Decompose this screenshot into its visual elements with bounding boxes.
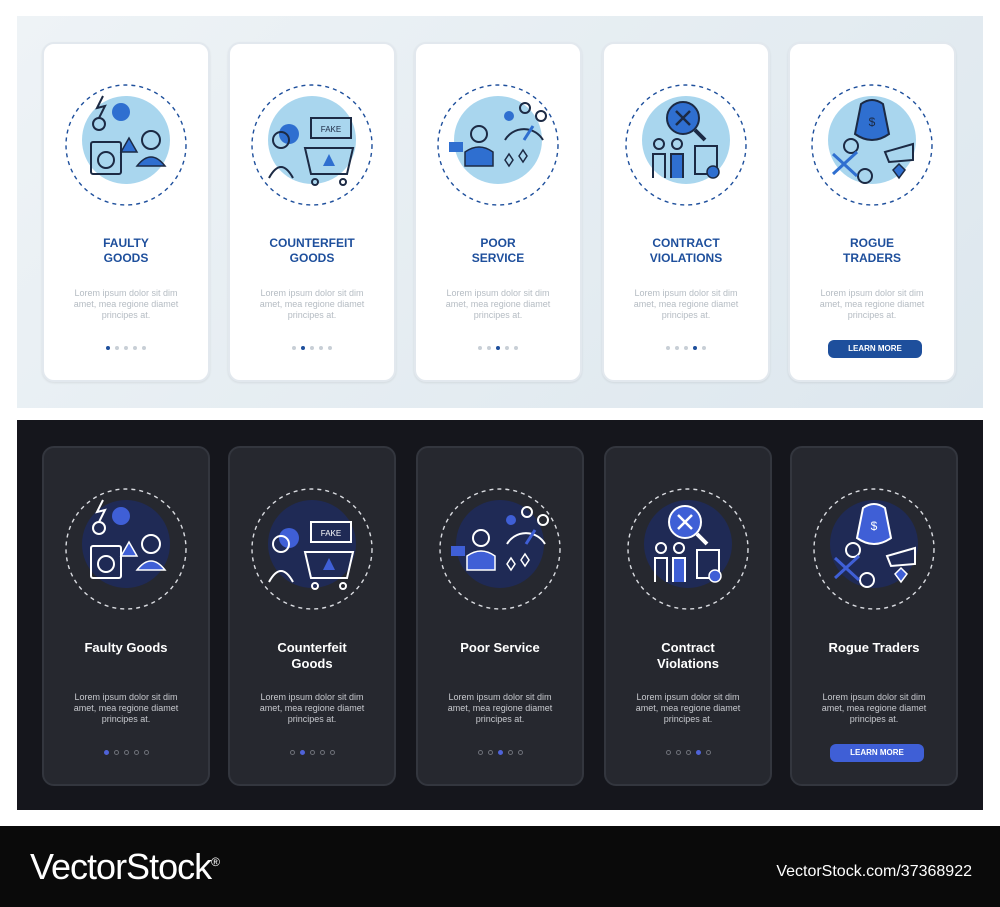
pagination-dots[interactable] [604,346,768,350]
poor-service-icon [437,486,563,612]
card-description: Lorem ipsum dolor sit dim amet, mea regio… [821,692,927,724]
card-title: Faulty Goods [103,236,149,265]
page-dot[interactable] [477,750,483,755]
card-title: Poor Service [471,236,525,265]
page-dot[interactable] [142,346,146,350]
page-dot[interactable] [665,750,671,755]
contract-violations-icon [623,82,749,208]
card-description: Lorem ipsum dolor sit dim amet, mea regio… [73,288,179,320]
light-theme-panel: Faulty Goods Lorem ipsum dolor sit dim ame… [17,16,983,408]
onboarding-card-4: Contract Violations Lorem ipsum dolor sit… [602,42,770,382]
page-dot[interactable] [115,346,119,350]
onboarding-card-4: Contract Violations Lorem ipsum dolor sit… [604,446,772,786]
page-dot[interactable] [705,750,711,755]
page-dot[interactable] [133,750,139,755]
svg-text:$: $ [871,519,878,533]
faulty-goods-icon [63,486,189,612]
watermark-footer: VectorStock® VectorStock.com/37368922 [0,826,1000,907]
page-dot[interactable] [301,346,305,350]
page-dot[interactable] [497,750,503,755]
dark-theme-panel: Faulty Goods Lorem ipsum dolor sit dim am… [17,420,983,810]
page-dot[interactable] [309,750,315,755]
page-dot[interactable] [143,750,149,755]
card-title: Rogue Traders [842,236,901,265]
card-description: Lorem ipsum dolor sit dim amet, mea regio… [633,288,739,320]
learn-more-button[interactable]: LEARN MORE [830,744,924,762]
page-dot[interactable] [299,750,305,755]
card-title: Contract Violations [657,640,719,671]
card-title: Rogue Traders [828,640,920,655]
card-description: Lorem ipsum dolor sit dim amet, mea regio… [259,692,365,724]
contract-violations-icon [625,486,751,612]
onboarding-card-5: $ Rogue Traders Lorem ipsum dolor sit di… [790,446,958,786]
image-url: VectorStock.com/37368922 [776,863,972,880]
card-description: Lorem ipsum dolor sit dim amet, mea regio… [445,288,551,320]
card-description: Lorem ipsum dolor sit dim amet, mea regio… [73,692,179,724]
page-dot[interactable] [103,750,109,755]
card-title: Faulty Goods [84,640,168,655]
page-dot[interactable] [514,346,518,350]
page-dot[interactable] [113,750,119,755]
pagination-dots[interactable] [230,346,394,350]
page-dot[interactable] [507,750,513,755]
onboarding-card-2: FAKE Counterfeit Goods Lorem ipsum dolor … [228,446,396,786]
poor-service-icon [435,82,561,208]
card-title: Counterfeit Goods [269,236,355,265]
page-dot[interactable] [517,750,523,755]
page-dot[interactable] [685,750,691,755]
card-title: Counterfeit Goods [277,640,347,671]
svg-text:FAKE: FAKE [321,529,341,538]
pagination-dots[interactable] [416,346,580,350]
rogue-traders-icon: $ [809,82,935,208]
pagination-dots[interactable] [418,750,582,755]
page-dot[interactable] [675,346,679,350]
pagination-dots[interactable] [44,346,208,350]
page-dot[interactable] [487,750,493,755]
page-dot[interactable] [496,346,500,350]
card-title: Poor Service [460,640,540,655]
page-dot[interactable] [123,750,129,755]
page-dot[interactable] [310,346,314,350]
svg-text:FAKE: FAKE [321,125,341,134]
page-dot[interactable] [684,346,688,350]
page-dot[interactable] [328,346,332,350]
page-dot[interactable] [329,750,335,755]
faulty-goods-icon [63,82,189,208]
page-dot[interactable] [505,346,509,350]
card-description: Lorem ipsum dolor sit dim amet, mea regio… [635,692,741,724]
rogue-traders-icon: $ [811,486,937,612]
page-dot[interactable] [319,346,323,350]
onboarding-card-2: FAKE Counterfeit Goods Lorem ipsum dolor … [228,42,396,382]
onboarding-card-5: $ Rogue Traders Lorem ipsum dolor sit dim… [788,42,956,382]
svg-text:$: $ [869,115,876,129]
card-description: Lorem ipsum dolor sit dim amet, mea regio… [447,692,553,724]
onboarding-card-1: Faulty Goods Lorem ipsum dolor sit dim ame… [42,42,210,382]
page-dot[interactable] [487,346,491,350]
page-dot[interactable] [133,346,137,350]
learn-more-button[interactable]: LEARN MORE [828,340,922,358]
card-title: Contract Violations [649,236,723,265]
page-dot[interactable] [319,750,325,755]
page-dot[interactable] [478,346,482,350]
onboarding-card-3: Poor Service Lorem ipsum dolor sit dim am… [416,446,584,786]
pagination-dots[interactable] [44,750,208,755]
page-dot[interactable] [666,346,670,350]
brand-logo: VectorStock® [30,846,220,887]
page-dot[interactable] [106,346,110,350]
page-dot[interactable] [124,346,128,350]
card-description: Lorem ipsum dolor sit dim amet, mea regio… [819,288,925,320]
counterfeit-goods-icon: FAKE [249,486,375,612]
page-dot[interactable] [675,750,681,755]
page-dot[interactable] [292,346,296,350]
page-dot[interactable] [702,346,706,350]
onboarding-card-1: Faulty Goods Lorem ipsum dolor sit dim am… [42,446,210,786]
pagination-dots[interactable] [606,750,770,755]
page-dot[interactable] [289,750,295,755]
page-dot[interactable] [695,750,701,755]
page-dot[interactable] [693,346,697,350]
onboarding-card-3: Poor Service Lorem ipsum dolor sit dim ame… [414,42,582,382]
pagination-dots[interactable] [230,750,394,755]
card-description: Lorem ipsum dolor sit dim amet, mea regio… [259,288,365,320]
counterfeit-goods-icon: FAKE [249,82,375,208]
